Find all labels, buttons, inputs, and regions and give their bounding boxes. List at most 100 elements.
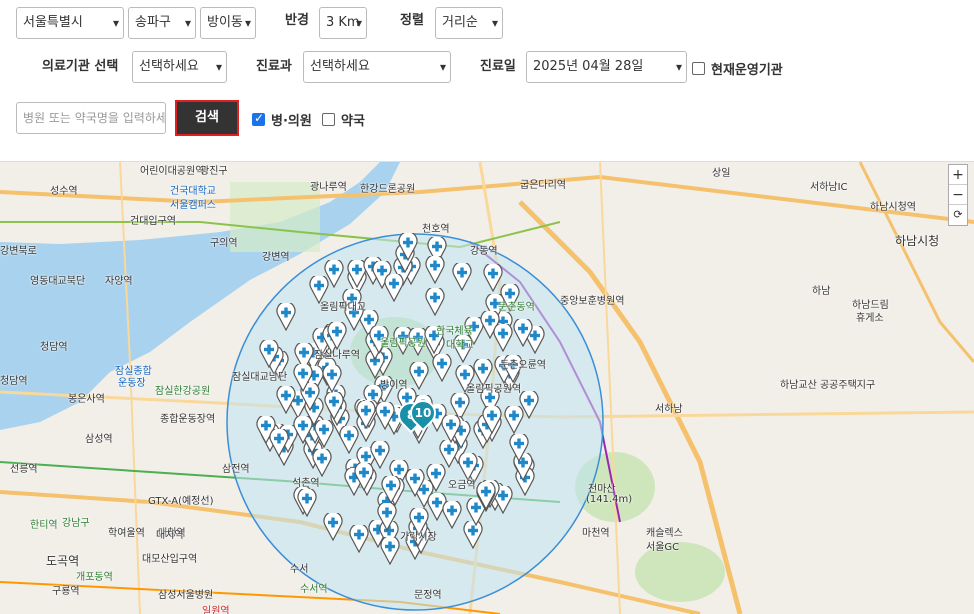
map-label: 대모산입구역 <box>142 554 198 565</box>
map-label: 수서역 <box>300 584 328 595</box>
map-label: 한강드론공원 <box>360 184 416 195</box>
map-label: 구의역 <box>210 238 238 249</box>
map-label: 삼전역 <box>222 464 250 475</box>
hospital-marker-icon[interactable] <box>409 362 429 391</box>
hospital-marker-icon[interactable] <box>381 476 401 505</box>
hospital-marker-icon[interactable] <box>404 469 425 498</box>
hospital-marker-icon[interactable] <box>384 274 404 303</box>
map-label: 강변역 <box>262 252 290 263</box>
map-label: (141.4m) <box>586 494 633 505</box>
hospital-marker-icon[interactable] <box>293 364 313 393</box>
hospital-marker-icon[interactable] <box>432 354 452 383</box>
hospital-checkbox[interactable]: 병·의원 <box>252 110 312 129</box>
hospital-marker-icon[interactable] <box>513 319 534 348</box>
hospital-marker-icon[interactable] <box>323 513 343 542</box>
sort-select[interactable]: 거리순 <box>435 7 503 39</box>
operating-label: 현재운영기관 <box>711 63 783 78</box>
hospital-marker-icon[interactable] <box>349 525 369 554</box>
city-select[interactable]: 서울특별시 <box>16 7 124 39</box>
hospital-marker-icon[interactable] <box>296 489 317 518</box>
map-label: 서울캠퍼스 <box>170 200 216 211</box>
hospital-marker-icon[interactable] <box>324 391 344 420</box>
hospital-marker-icon[interactable] <box>426 463 446 492</box>
map-label: 하남시청 <box>895 234 940 248</box>
pharmacy-label: 약국 <box>341 114 365 129</box>
map-label: 올림픽공원역 <box>466 384 522 395</box>
hospital-marker-icon[interactable] <box>493 324 513 353</box>
map-label: 올림픽대교 <box>320 302 366 313</box>
hospital-marker-icon[interactable] <box>375 401 395 430</box>
map-label: 상일 <box>712 168 731 179</box>
map-label: 청담역 <box>40 342 68 353</box>
date-label: 진료일 <box>480 59 516 74</box>
map-label: 중앙보훈병원역 <box>560 296 625 307</box>
map-label: 대학교 <box>446 340 474 351</box>
hospital-marker-icon[interactable] <box>398 232 418 261</box>
search-input[interactable]: 병원 또는 약국명을 입력하세요 <box>16 102 166 134</box>
hospital-marker-icon[interactable] <box>276 302 296 331</box>
hospital-marker-icon[interactable] <box>312 448 332 477</box>
map-label: 어린이대공원역 <box>140 166 205 177</box>
map-label: 문정역 <box>414 590 442 601</box>
hospital-marker-icon[interactable] <box>476 481 496 510</box>
map-label: 굽은다리역 <box>520 180 566 191</box>
map-label: 강남구 <box>62 518 90 529</box>
map-label: 잠실대교남단 <box>232 372 288 383</box>
operating-checkbox[interactable]: 현재운영기관 <box>692 59 783 78</box>
hospital-marker-icon[interactable] <box>442 500 462 529</box>
map-label: 광진구 <box>200 166 228 177</box>
map-label: 서하남IC <box>810 182 848 193</box>
hospital-marker-icon[interactable] <box>322 364 342 393</box>
radius-label: 반경 <box>285 13 309 28</box>
hospital-marker-icon[interactable] <box>509 434 529 463</box>
map-label: 삼성서울병원 <box>158 590 214 601</box>
map-label: 서하남 <box>655 404 683 415</box>
cluster-count: 10 <box>414 406 432 420</box>
map-label: 성수역 <box>50 186 78 197</box>
dept-label: 진료과 <box>256 59 292 74</box>
hospital-marker-icon[interactable] <box>503 406 524 435</box>
hospital-check-icon[interactable] <box>252 111 265 126</box>
map-label: 선릉역 <box>10 464 38 475</box>
refresh-button[interactable]: ⟳ <box>949 205 967 225</box>
hospital-marker-icon[interactable] <box>314 419 334 448</box>
hospital-marker-icon[interactable] <box>293 415 313 444</box>
hospital-marker-icon[interactable] <box>425 288 445 317</box>
map-label: 자양역 <box>105 276 133 287</box>
hospital-marker-icon[interactable] <box>441 414 461 443</box>
hospital-marker-icon[interactable] <box>259 340 279 369</box>
operating-check-icon[interactable] <box>692 62 705 75</box>
map-label: 운동장 <box>118 378 146 389</box>
map-label: 석촌역 <box>292 478 320 489</box>
zoom-in-button[interactable]: + <box>949 165 967 185</box>
hospital-marker-icon[interactable] <box>354 462 374 491</box>
map-label: 서울GC <box>646 542 680 553</box>
district-select[interactable]: 송파구 <box>128 7 196 39</box>
institution-select[interactable]: 선택하세요 <box>132 51 227 83</box>
hospital-marker-icon[interactable] <box>425 255 445 284</box>
hospital-marker-icon[interactable] <box>482 405 502 434</box>
hospital-marker-icon[interactable] <box>380 537 400 566</box>
date-select[interactable]: 2025년 04월 28일 <box>526 51 687 83</box>
zoom-out-button[interactable]: − <box>949 185 967 205</box>
map-label: 잠실한강공원 <box>155 386 211 397</box>
dong-select[interactable]: 방이동 <box>200 7 256 39</box>
map-label: 광나루역 <box>310 182 347 193</box>
hospital-marker-icon[interactable] <box>377 502 397 531</box>
map-label: 캐슬렉스 <box>646 528 683 539</box>
pharmacy-checkbox[interactable]: 약국 <box>322 110 365 129</box>
map-label: 개포동역 <box>76 572 113 583</box>
search-button[interactable]: 검색 <box>175 100 239 136</box>
radius-select[interactable]: 3 Km <box>319 7 367 39</box>
search-panel: 서울특별시 송파구 방이동 반경 3 Km 정렬 거리순 의료기관 선택 선택하… <box>0 0 974 162</box>
pharmacy-check-icon[interactable] <box>322 113 335 126</box>
dept-select[interactable]: 선택하세요 <box>303 51 451 83</box>
hospital-marker-icon[interactable] <box>269 429 289 458</box>
map-label: 종합운동장역 <box>160 414 216 425</box>
map-label: 방이역 <box>380 380 408 391</box>
map-view[interactable]: 8 10 어린이대공원역광진구성수역건국대학교서울캠퍼스광나루역한강드론공원굽은… <box>0 162 974 614</box>
hospital-marker-icon[interactable] <box>451 263 472 292</box>
hospital-marker-icon[interactable] <box>356 400 376 429</box>
map-label: 오금역 <box>448 480 476 491</box>
sort-label: 정렬 <box>400 13 424 28</box>
